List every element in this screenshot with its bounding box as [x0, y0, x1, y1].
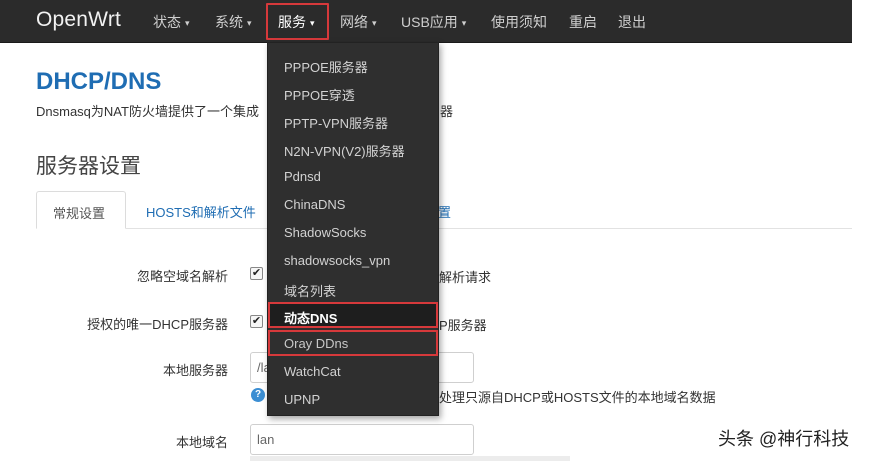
caret-down-icon: ▾	[185, 18, 190, 28]
nav-system[interactable]: 系统 ▾	[215, 12, 252, 32]
nav-network[interactable]: 网络 ▾	[340, 12, 377, 32]
caret-down-icon: ▾	[247, 18, 252, 28]
nav-reboot[interactable]: 重启	[569, 12, 597, 32]
tab-advanced[interactable]: 置	[438, 191, 467, 229]
nav-usb[interactable]: USB应用 ▾	[401, 12, 466, 32]
help-icon: ?	[251, 388, 265, 402]
services-dropdown-menu: PPPOE服务器 PPPOE穿透 PPTP-VPN服务器 N2N-VPN(V2)…	[267, 42, 439, 416]
label-local-server: 本地服务器	[162, 363, 228, 378]
nav-logout[interactable]: 退出	[618, 12, 646, 32]
menu-item-watchcat[interactable]: WatchCat	[268, 358, 438, 384]
menu-item-pppoe-server[interactable]: PPPOE服务器	[268, 51, 438, 77]
desc-ignore-empty-domain: 解析请求	[439, 270, 492, 285]
caret-down-icon: ▾	[372, 18, 377, 28]
top-navbar: OpenWrt 状态 ▾ 系统 ▾ 服务 ▾ 网络 ▾ USB应用 ▾ 使用须知 重启 退…	[0, 0, 852, 43]
section-title: 服务器设置	[36, 155, 141, 178]
checkbox-ignore-empty-domain[interactable]: ✔	[250, 267, 263, 280]
menu-item-shadowsocks[interactable]: ShadowSocks	[268, 219, 438, 245]
nav-system-label: 系统	[215, 14, 243, 30]
menu-item-dynamic-dns[interactable]: 动态DNS	[268, 302, 438, 328]
label-ignore-empty-domain: 忽略空域名解析	[136, 269, 228, 284]
menu-item-oray-ddns[interactable]: Oray DDns	[268, 330, 438, 356]
local-domain-input[interactable]: lan	[250, 424, 474, 455]
desc-authoritative-dhcp: P服务器	[439, 318, 487, 333]
checkbox-authoritative-dhcp[interactable]: ✔	[250, 315, 263, 328]
caret-down-icon: ▾	[461, 18, 467, 28]
menu-item-shadowsocks-vpn[interactable]: shadowsocks_vpn	[268, 247, 438, 273]
menu-item-n2n-vpn[interactable]: N2N-VPN(V2)服务器	[268, 135, 438, 161]
menu-item-pptp-vpn[interactable]: PPTP-VPN服务器	[268, 107, 438, 133]
menu-item-pppoe-passthrough[interactable]: PPPOE穿透	[268, 79, 438, 105]
nav-services-highlight	[266, 3, 329, 40]
page-description: Dnsmasq为NAT防火墙提供了一个集成	[36, 104, 259, 119]
tab-general-settings[interactable]: 常规设置	[36, 191, 126, 229]
menu-item-domain-list[interactable]: 域名列表	[268, 275, 438, 301]
nav-usb-label: USB应用	[401, 14, 458, 30]
label-local-domain: 本地域名	[175, 435, 228, 450]
desc-local-server: 处理只源自DHCP或HOSTS文件的本地域名数据	[439, 390, 716, 405]
nav-network-label: 网络	[340, 14, 368, 30]
nav-status[interactable]: 状态 ▾	[153, 12, 190, 32]
faded-help-text	[250, 456, 570, 461]
brand-logo[interactable]: OpenWrt	[36, 8, 121, 32]
nav-notice[interactable]: 使用须知	[491, 12, 547, 32]
menu-item-pdnsd[interactable]: Pdnsd	[268, 163, 438, 189]
menu-item-upnp[interactable]: UPNP	[268, 386, 438, 412]
tab-hosts-resolv[interactable]: HOSTS和解析文件	[130, 191, 272, 229]
page-title: DHCP/DNS	[36, 68, 162, 95]
page-description-tail: 器	[440, 104, 454, 119]
right-margin	[852, 0, 896, 461]
watermark: 头条 @神行科技	[718, 429, 850, 449]
menu-item-chinadns[interactable]: ChinaDNS	[268, 191, 438, 217]
label-authoritative-dhcp: 授权的唯一DHCP服务器	[87, 317, 228, 332]
nav-status-label: 状态	[153, 14, 181, 30]
